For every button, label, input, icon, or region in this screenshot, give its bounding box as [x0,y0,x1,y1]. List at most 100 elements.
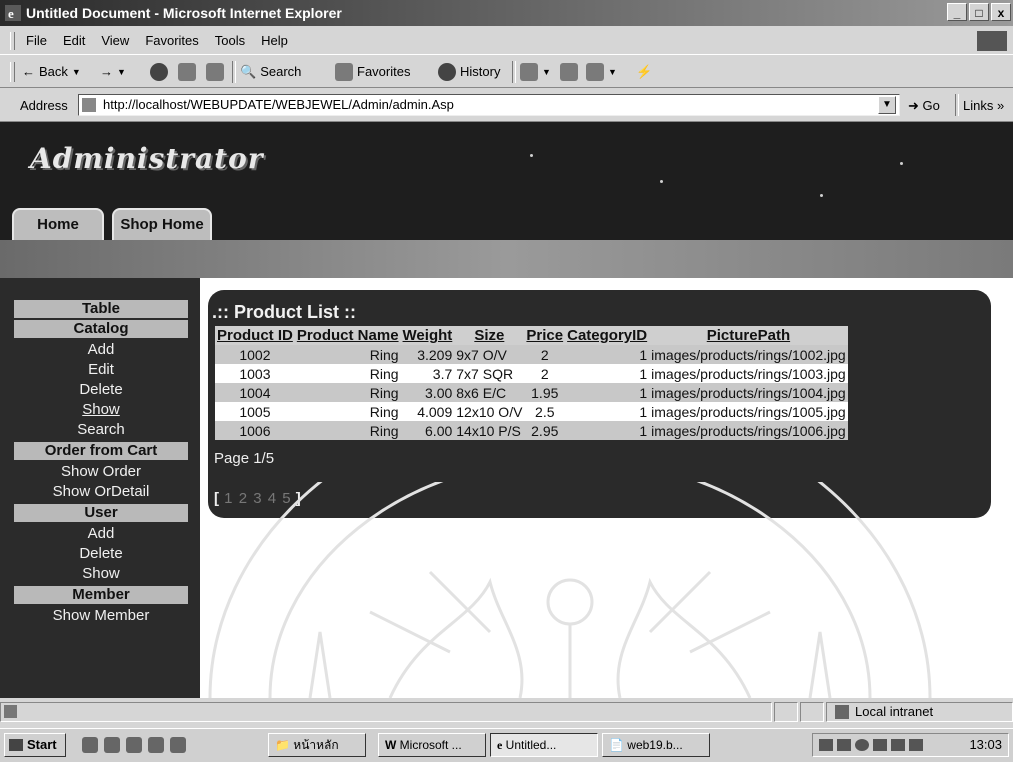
sidebar-header-order: Order from Cart [14,442,188,460]
sidebar-header-catalog: Catalog [14,320,188,338]
sidebar-header-user: User [14,504,188,522]
task-button-folder[interactable]: 📁 หน้าหลัก [268,733,366,757]
title-bar: e Untitled Document - Microsoft Internet… [0,0,1013,26]
maximize-button[interactable]: □ [969,3,989,21]
column-header-category-id[interactable]: CategoryID [565,326,650,345]
menu-file[interactable]: File [26,30,47,52]
edit-word-icon[interactable] [586,63,604,81]
mail-dropdown-icon[interactable]: ▼ [542,55,551,89]
home-icon[interactable] [206,63,224,81]
task-button-word[interactable]: W Microsoft ... [378,733,486,757]
toolbar-separator [512,61,516,83]
sidebar-item-user-show[interactable]: Show [14,564,188,584]
sidebar-item-catalog-search[interactable]: Search [14,420,188,440]
window-title: Untitled Document - Microsoft Internet E… [26,5,342,21]
minimize-button[interactable]: _ [947,3,967,21]
print-icon[interactable] [560,63,578,81]
go-button[interactable]: ➜ Go [908,98,940,114]
column-header-weight[interactable]: Weight [400,326,455,345]
address-separator [955,94,959,116]
windows-flag-icon [977,31,1007,51]
sidebar-item-show-ordetail[interactable]: Show OrDetail [14,482,188,502]
column-header-product-id[interactable]: Product ID [215,326,295,345]
cell-price: 2.5 [524,402,566,421]
favorites-button[interactable]: Favorites [335,55,410,89]
ie-quicklaunch-icon[interactable] [104,737,120,753]
menu-view[interactable]: View [101,30,129,52]
cell-product-name: Ring [294,421,401,440]
history-label: History [460,64,501,79]
network-icon[interactable] [837,739,851,751]
back-arrow-icon: ← [22,64,35,79]
taskbar: Start 📁 หน้าหลัก W Microsoft ... e Untit… [0,728,1013,762]
address-input[interactable]: http://localhost/WEBUPDATE/WEBJEWEL/Admi… [78,94,900,116]
tab-shop-home[interactable]: Shop Home [112,208,212,240]
cell-weight: 6.00 [400,421,455,440]
sidebar-item-catalog-show[interactable]: Show [14,400,188,420]
antivirus-icon[interactable] [855,739,869,751]
menu-favorites[interactable]: Favorites [145,30,198,52]
task-button-web19[interactable]: 📄 web19.b... [602,733,710,757]
sidebar-item-catalog-add[interactable]: Add [14,340,188,360]
volume-icon[interactable] [873,739,887,751]
sidebar-item-show-member[interactable]: Show Member [14,606,188,626]
search-button[interactable]: 🔍 Search [240,55,301,89]
cell-weight: 4.009 [400,402,455,421]
tab-home[interactable]: Home [12,208,104,240]
task-label: Microsoft ... [399,738,462,752]
menu-help[interactable]: Help [261,30,288,52]
cell-category-id: 1 [565,402,650,421]
address-dropdown-icon[interactable]: ▼ [878,96,896,114]
back-button[interactable]: ← Back ▼ [22,55,81,89]
cell-product-id: 1003 [215,364,295,383]
cell-product-name: Ring [294,364,401,383]
cell-size: 9x7 O/V [454,345,525,364]
cell-picture-path: images/products/rings/1005.jpg [649,402,848,421]
menu-tools[interactable]: Tools [215,30,245,52]
forward-button[interactable]: → ▼ [100,55,126,89]
clock: 13:03 [969,737,1002,752]
close-button[interactable]: x [991,3,1011,21]
cell-price: 2.95 [524,421,566,440]
sparkle-decor [530,154,533,157]
media-quicklaunch-icon[interactable] [170,737,186,753]
column-header-picture-path[interactable]: PicturePath [649,326,848,345]
sidebar-item-user-add[interactable]: Add [14,524,188,544]
sidebar-item-user-delete[interactable]: Delete [14,544,188,564]
links-button[interactable]: Links » [963,98,1004,113]
cell-picture-path: images/products/rings/1002.jpg [649,345,848,364]
favorites-label: Favorites [357,64,411,79]
outlook-quicklaunch-icon[interactable] [126,737,142,753]
menu-edit[interactable]: Edit [63,30,85,52]
task-button-ie[interactable]: e Untitled... [490,733,598,757]
start-button[interactable]: Start [4,733,66,757]
channels-quicklaunch-icon[interactable] [148,737,164,753]
cell-picture-path: images/products/rings/1004.jpg [649,383,848,402]
cell-category-id: 1 [565,383,650,402]
shield-icon[interactable] [819,739,833,751]
history-button[interactable]: History [438,55,500,89]
table-row: 1004 Ring 3.00 8x6 E/C 1.95 1 images/pro… [215,383,848,402]
display-icon[interactable] [909,739,923,751]
language-icon[interactable] [891,739,905,751]
messenger-icon[interactable]: ⚡ [636,55,652,89]
sidebar-item-show-order[interactable]: Show Order [14,462,188,482]
admin-sidebar: Table Catalog Add Edit Delete Show Searc… [0,278,200,698]
status-text-cell [0,702,772,722]
status-zone-cell: Local intranet [826,702,1013,722]
mail-icon[interactable] [520,63,538,81]
column-header-size[interactable]: Size [454,326,525,345]
cell-category-id: 1 [565,345,650,364]
refresh-icon[interactable] [178,63,196,81]
cell-size: 8x6 E/C [454,383,525,402]
sparkle-decor [660,180,663,183]
column-header-product-name[interactable]: Product Name [294,326,401,345]
edit-dropdown-icon[interactable]: ▼ [608,55,617,89]
column-header-price[interactable]: Price [524,326,566,345]
stop-icon[interactable] [150,63,168,81]
sidebar-item-catalog-delete[interactable]: Delete [14,380,188,400]
status-cell [800,702,824,722]
sidebar-item-catalog-edit[interactable]: Edit [14,360,188,380]
show-desktop-icon[interactable] [82,737,98,753]
product-list-title: .:: Product List :: [212,302,356,322]
